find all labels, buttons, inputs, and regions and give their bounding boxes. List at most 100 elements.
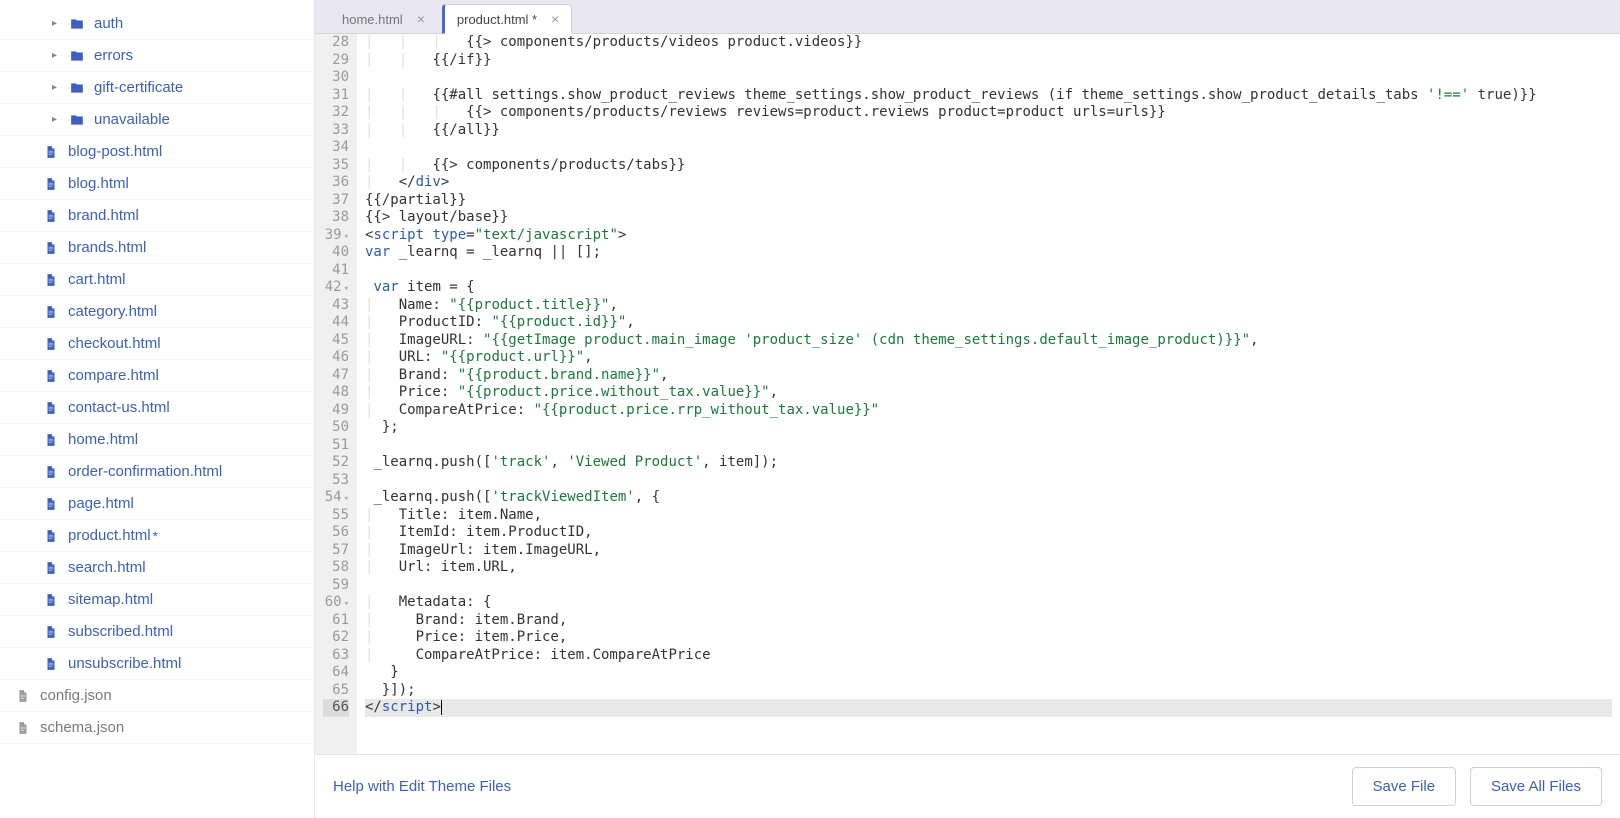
file-icon [42, 464, 60, 480]
file-label: cart.html [68, 271, 126, 288]
code-line[interactable]: | ImageUrl: item.ImageURL, [365, 542, 1612, 560]
tab-home-html[interactable]: home.html × [329, 4, 438, 33]
folder-icon [68, 48, 86, 64]
code-line[interactable]: | | {{> components/products/tabs}} [365, 157, 1612, 175]
help-link[interactable]: Help with Edit Theme Files [333, 778, 511, 795]
code-line[interactable]: var _learnq = _learnq || []; [365, 244, 1612, 262]
code-line[interactable] [365, 139, 1612, 157]
folder-label: unavailable [94, 111, 170, 128]
folder-label: auth [94, 15, 123, 32]
file-label: compare.html [68, 367, 159, 384]
code-line[interactable]: | | {{/if}} [365, 52, 1612, 70]
code-line[interactable]: | Metadata: { [365, 594, 1612, 612]
code-line[interactable]: | Price: item.Price, [365, 629, 1612, 647]
file-item-blog-post-html[interactable]: blog-post.html [0, 136, 314, 168]
code-line[interactable]: } [365, 664, 1612, 682]
folder-label: gift-certificate [94, 79, 183, 96]
tab-product-html[interactable]: product.html *× [442, 4, 572, 34]
root-file-item-schema-json[interactable]: schema.json [0, 712, 314, 744]
folder-item-gift-certificate[interactable]: ▸gift-certificate [0, 72, 314, 104]
folder-label: errors [94, 47, 133, 64]
code-line[interactable]: var item = { [365, 279, 1612, 297]
code-line[interactable]: <script type="text/javascript"> [365, 227, 1612, 245]
file-icon [42, 528, 60, 544]
code-line[interactable]: | | {{/all}} [365, 122, 1612, 140]
file-item-order-confirmation-html[interactable]: order-confirmation.html [0, 456, 314, 488]
file-item-checkout-html[interactable]: checkout.html [0, 328, 314, 360]
file-icon [14, 720, 32, 736]
code-content[interactable]: | | | {{> components/products/videos pro… [357, 34, 1620, 754]
file-item-category-html[interactable]: category.html [0, 296, 314, 328]
code-line[interactable]: | | | {{> components/products/videos pro… [365, 34, 1612, 52]
file-label: home.html [68, 431, 138, 448]
code-line[interactable]: | CompareAtPrice: "{{product.price.rrp_w… [365, 402, 1612, 420]
file-item-home-html[interactable]: home.html [0, 424, 314, 456]
file-item-search-html[interactable]: search.html [0, 552, 314, 584]
code-line[interactable] [365, 437, 1612, 455]
file-icon [42, 272, 60, 288]
folder-item-unavailable[interactable]: ▸unavailable [0, 104, 314, 136]
file-item-blog-html[interactable]: blog.html [0, 168, 314, 200]
file-label: search.html [68, 559, 146, 576]
file-icon [42, 400, 60, 416]
file-icon [42, 656, 60, 672]
code-line[interactable]: | | | {{> components/products/reviews re… [365, 104, 1612, 122]
file-item-unsubscribe-html[interactable]: unsubscribe.html [0, 648, 314, 680]
file-label: blog-post.html [68, 143, 162, 160]
code-line[interactable]: _learnq.push(['trackViewedItem', { [365, 489, 1612, 507]
file-label: product.html [68, 527, 151, 544]
code-line[interactable] [365, 472, 1612, 490]
file-label: page.html [68, 495, 134, 512]
code-line[interactable] [365, 577, 1612, 595]
line-number-gutter: 282930313233343536373839▾404142▾43444546… [315, 34, 357, 754]
code-line[interactable]: | ProductID: "{{product.id}}", [365, 314, 1612, 332]
save-file-button[interactable]: Save File [1352, 767, 1457, 806]
file-icon [42, 432, 60, 448]
folder-item-auth[interactable]: ▸auth [0, 8, 314, 40]
code-line[interactable]: | ImageURL: "{{getImage product.main_ima… [365, 332, 1612, 350]
code-line[interactable]: | ItemId: item.ProductID, [365, 524, 1612, 542]
save-all-files-button[interactable]: Save All Files [1470, 767, 1602, 806]
file-label: checkout.html [68, 335, 161, 352]
code-line[interactable]: | Brand: "{{product.brand.name}}", [365, 367, 1612, 385]
code-line[interactable]: }; [365, 419, 1612, 437]
file-item-product-html[interactable]: product.html * [0, 520, 314, 552]
code-line[interactable] [365, 262, 1612, 280]
file-tree-sidebar: ▸auth▸errors▸gift-certificate▸unavailabl… [0, 0, 315, 818]
code-line[interactable]: | Price: "{{product.price.without_tax.va… [365, 384, 1612, 402]
file-item-brand-html[interactable]: brand.html [0, 200, 314, 232]
file-item-page-html[interactable]: page.html [0, 488, 314, 520]
file-item-subscribed-html[interactable]: subscribed.html [0, 616, 314, 648]
tabs-bar: home.html×product.html *× [315, 0, 1620, 34]
file-item-compare-html[interactable]: compare.html [0, 360, 314, 392]
file-item-cart-html[interactable]: cart.html [0, 264, 314, 296]
code-line[interactable] [365, 69, 1612, 87]
code-line[interactable]: }]); [365, 682, 1612, 700]
file-icon [42, 592, 60, 608]
code-line[interactable]: </script> [365, 699, 1612, 717]
close-icon[interactable]: × [417, 11, 425, 27]
code-line[interactable]: | | {{#all settings.show_product_reviews… [365, 87, 1612, 105]
file-item-sitemap-html[interactable]: sitemap.html [0, 584, 314, 616]
file-label: config.json [40, 687, 112, 704]
file-item-brands-html[interactable]: brands.html [0, 232, 314, 264]
folder-item-errors[interactable]: ▸errors [0, 40, 314, 72]
tab-label: home.html [342, 12, 403, 27]
close-icon[interactable]: × [551, 11, 559, 27]
code-line[interactable]: | URL: "{{product.url}}", [365, 349, 1612, 367]
code-line[interactable]: {{/partial}} [365, 192, 1612, 210]
editor-area: home.html×product.html *× 28293031323334… [315, 0, 1620, 818]
code-line[interactable]: | Name: "{{product.title}}", [365, 297, 1612, 315]
code-line[interactable]: | CompareAtPrice: item.CompareAtPrice [365, 647, 1612, 665]
file-item-contact-us-html[interactable]: contact-us.html [0, 392, 314, 424]
code-line[interactable]: {{> layout/base}} [365, 209, 1612, 227]
code-editor[interactable]: 282930313233343536373839▾404142▾43444546… [315, 34, 1620, 754]
root-file-item-config-json[interactable]: config.json [0, 680, 314, 712]
code-line[interactable]: | Title: item.Name, [365, 507, 1612, 525]
file-label: unsubscribe.html [68, 655, 181, 672]
code-line[interactable]: _learnq.push(['track', 'Viewed Product',… [365, 454, 1612, 472]
code-line[interactable]: | Url: item.URL, [365, 559, 1612, 577]
code-line[interactable]: | </div> [365, 174, 1612, 192]
file-label: subscribed.html [68, 623, 173, 640]
code-line[interactable]: | Brand: item.Brand, [365, 612, 1612, 630]
